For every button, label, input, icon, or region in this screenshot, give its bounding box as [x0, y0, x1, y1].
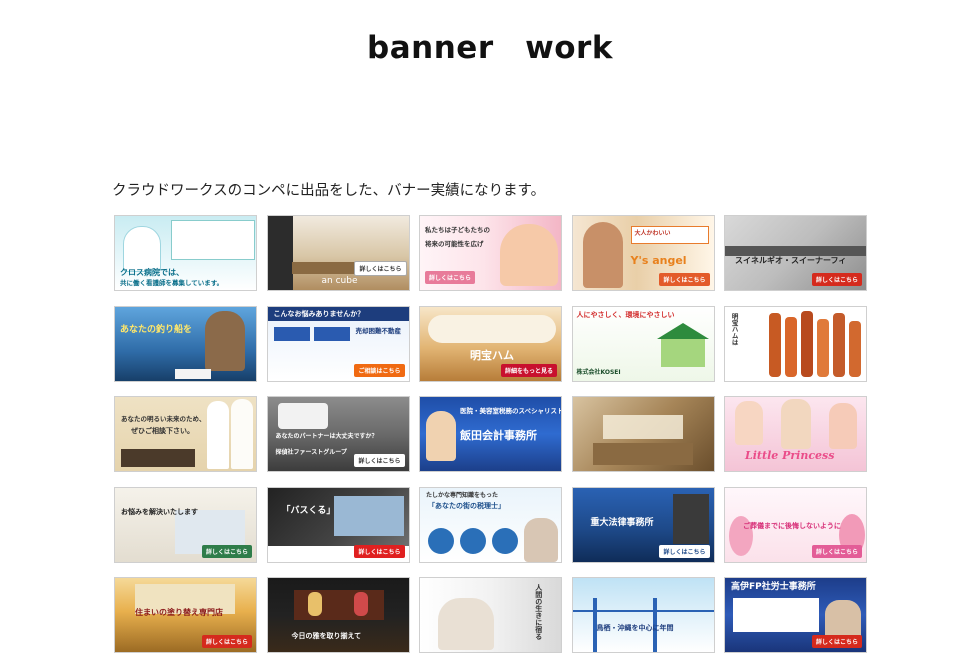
banner-cta[interactable]: 詳しくはこちら — [425, 271, 476, 284]
banner-cta[interactable]: 詳しくはこちら — [201, 635, 252, 648]
banner-main-text: Y's angel — [630, 254, 687, 267]
page-title: banner work — [367, 30, 613, 66]
banner-main-text: 私たちは子どもたちの — [425, 226, 490, 234]
banner-ys-angel[interactable]: 大人かわいい Y's angel 詳しくはこちら — [571, 215, 715, 291]
banner-sub-text: 医院・美容室税務のスペシャリスト — [460, 407, 562, 415]
banner-cta[interactable]: 詳しくはこちら — [811, 544, 862, 558]
banner-an-cube[interactable]: an cube 詳しくはこちら — [266, 215, 410, 291]
banner-office-photo[interactable] — [571, 396, 715, 472]
banner-main-text: 明宝ハムは — [730, 312, 739, 346]
banner-main-text: 「あなたの街の税理士」 — [428, 501, 505, 510]
banner-sub-text: 共に働く看護師を募集しています。 — [120, 279, 224, 287]
banner-main-text: スイネルギオ・スイーナーフィ — [735, 256, 847, 265]
banner-meiho-ham-products[interactable]: 明宝ハムは — [724, 305, 867, 382]
banner-sub-text: 大人かわいい — [634, 230, 671, 237]
banner-cta[interactable]: 詳細をもっと見る — [500, 363, 557, 377]
banner-main-text: Little Princess — [745, 449, 835, 462]
banner-main-text: あなたのパートナーは大丈夫ですか？ — [275, 433, 378, 440]
banner-main-text: 飯田会計事務所 — [460, 429, 537, 442]
banner-sub-text: たしかな専門知識をもった — [426, 491, 499, 499]
banner-cta[interactable]: 詳しくはこちら — [811, 273, 862, 286]
banner-main-text: 「バスくる」 — [281, 505, 336, 516]
banner-takai-fp[interactable]: 高伊FP社労士事務所 詳しくはこちら — [724, 577, 867, 653]
banner-cta[interactable]: 詳しくはこちら — [354, 261, 407, 276]
banner-detective-first[interactable]: あなたの明るい未来のため、 ぜひご相談下さい。 — [114, 396, 257, 472]
banner-kids-education[interactable]: 私たちは子どもたちの 将来の可能性を広げ 詳しくはこちら — [419, 215, 562, 291]
banner-main-text: あなたの明るい未来のため、 — [121, 415, 206, 423]
banner-sub-text: ぜひご相談下さい。 — [131, 427, 194, 435]
banner-cta[interactable]: 詳しくはこちら — [659, 273, 710, 286]
banner-bus-kuru[interactable]: 「バスくる」 詳しくはこちら — [266, 486, 410, 563]
banner-main-text: こんなお悩みありませんか？ — [273, 309, 365, 318]
banner-cta[interactable]: 詳しくはこちら — [354, 454, 405, 467]
banner-fishing-boat[interactable]: あなたの釣り船を — [114, 305, 257, 382]
banner-law-office[interactable]: 重大法律事務所 詳しくはこちら — [571, 486, 715, 563]
banner-main-text: 住まいの塗り替え専門店 — [135, 608, 223, 617]
banner-real-estate-trouble[interactable]: こんなお悩みありませんか？ 売却困難不動産 ご相談はこちら — [266, 305, 410, 382]
banner-main-text: 人にやさしく、環境にやさしい — [576, 310, 675, 319]
banner-suineru[interactable]: スイネルギオ・スイーナーフィ 詳しくはこちら — [724, 215, 867, 291]
banner-partner-check[interactable]: あなたのパートナーは大丈夫ですか？ 探偵社ファーストグループ 詳しくはこちら — [266, 396, 410, 472]
banner-cta[interactable]: ご相談はこちら — [354, 363, 405, 377]
banner-main-text: 今日の雅を取り揃えて — [291, 632, 362, 640]
banner-cross-hospital[interactable]: クロス病院では、 共に働く看護師を募集しています。 — [114, 215, 257, 291]
banner-house-worries[interactable]: お悩みを解決いたします 詳しくはこちら — [114, 486, 257, 563]
banner-main-text: 重大法律事務所 — [590, 517, 654, 528]
banner-construction[interactable]: 鳥栖・沖縄を中心に年間 — [571, 577, 715, 653]
banner-funeral[interactable]: ご葬儀までに後悔しないように 詳しくはこちら — [724, 486, 867, 563]
banner-main-text: an cube — [321, 276, 358, 286]
banner-kosei[interactable]: 人にやさしく、環境にやさしい 株式会社KOSEI — [571, 305, 715, 382]
intro-text: クラウドワークスのコンペに出品をした、バナー実績になります。 — [112, 183, 546, 199]
banner-cta[interactable]: 詳しくはこちら — [201, 544, 252, 558]
banner-main-text: クロス病院では、 — [120, 268, 184, 277]
banner-grid: クロス病院では、 共に働く看護師を募集しています。 an cube 詳しくはこち… — [114, 215, 867, 653]
banner-main-text: 明宝ハム — [470, 348, 514, 362]
banner-cta[interactable]: 詳しくはこちら — [659, 544, 710, 558]
banner-sub-text: 売却困難不動産 — [355, 326, 402, 335]
banner-main-text: 鳥栖・沖縄を中心に年間 — [596, 624, 674, 632]
banner-hina-dolls[interactable]: 今日の雅を取り揃えて — [266, 577, 410, 653]
banner-paint-shop[interactable]: 住まいの塗り替え専門店 詳しくはこちら — [114, 577, 257, 653]
banner-main-text: 高伊FP社労士事務所 — [731, 582, 816, 592]
banner-meiho-ham[interactable]: 明宝ハム 詳細をもっと見る — [419, 305, 562, 382]
banner-cta[interactable]: 詳しくはこちら — [811, 635, 862, 648]
banner-iida-accounting[interactable]: 医院・美容室税務のスペシャリスト 飯田会計事務所 — [419, 396, 562, 472]
banner-main-text: お悩みを解決いたします — [121, 507, 198, 516]
banner-martial-arts[interactable]: 人間の生きに宿る — [419, 577, 562, 653]
banner-tax-accountant[interactable]: たしかな専門知識をもった 「あなたの街の税理士」 — [419, 486, 562, 563]
banner-little-princess[interactable]: Little Princess — [724, 396, 867, 472]
banner-sub-text: 株式会社KOSEI — [576, 368, 621, 376]
banner-main-text: あなたの釣り船を — [120, 324, 193, 335]
banner-sub-text: 将来の可能性を広げ — [425, 240, 484, 248]
banner-main-text: ご葬儀までに後悔しないように — [743, 521, 841, 530]
banner-main-text: 人間の生きに宿る — [534, 584, 543, 640]
banner-cta[interactable]: 詳しくはこちら — [354, 544, 405, 558]
banner-sub-text: 探偵社ファーストグループ — [275, 449, 347, 456]
